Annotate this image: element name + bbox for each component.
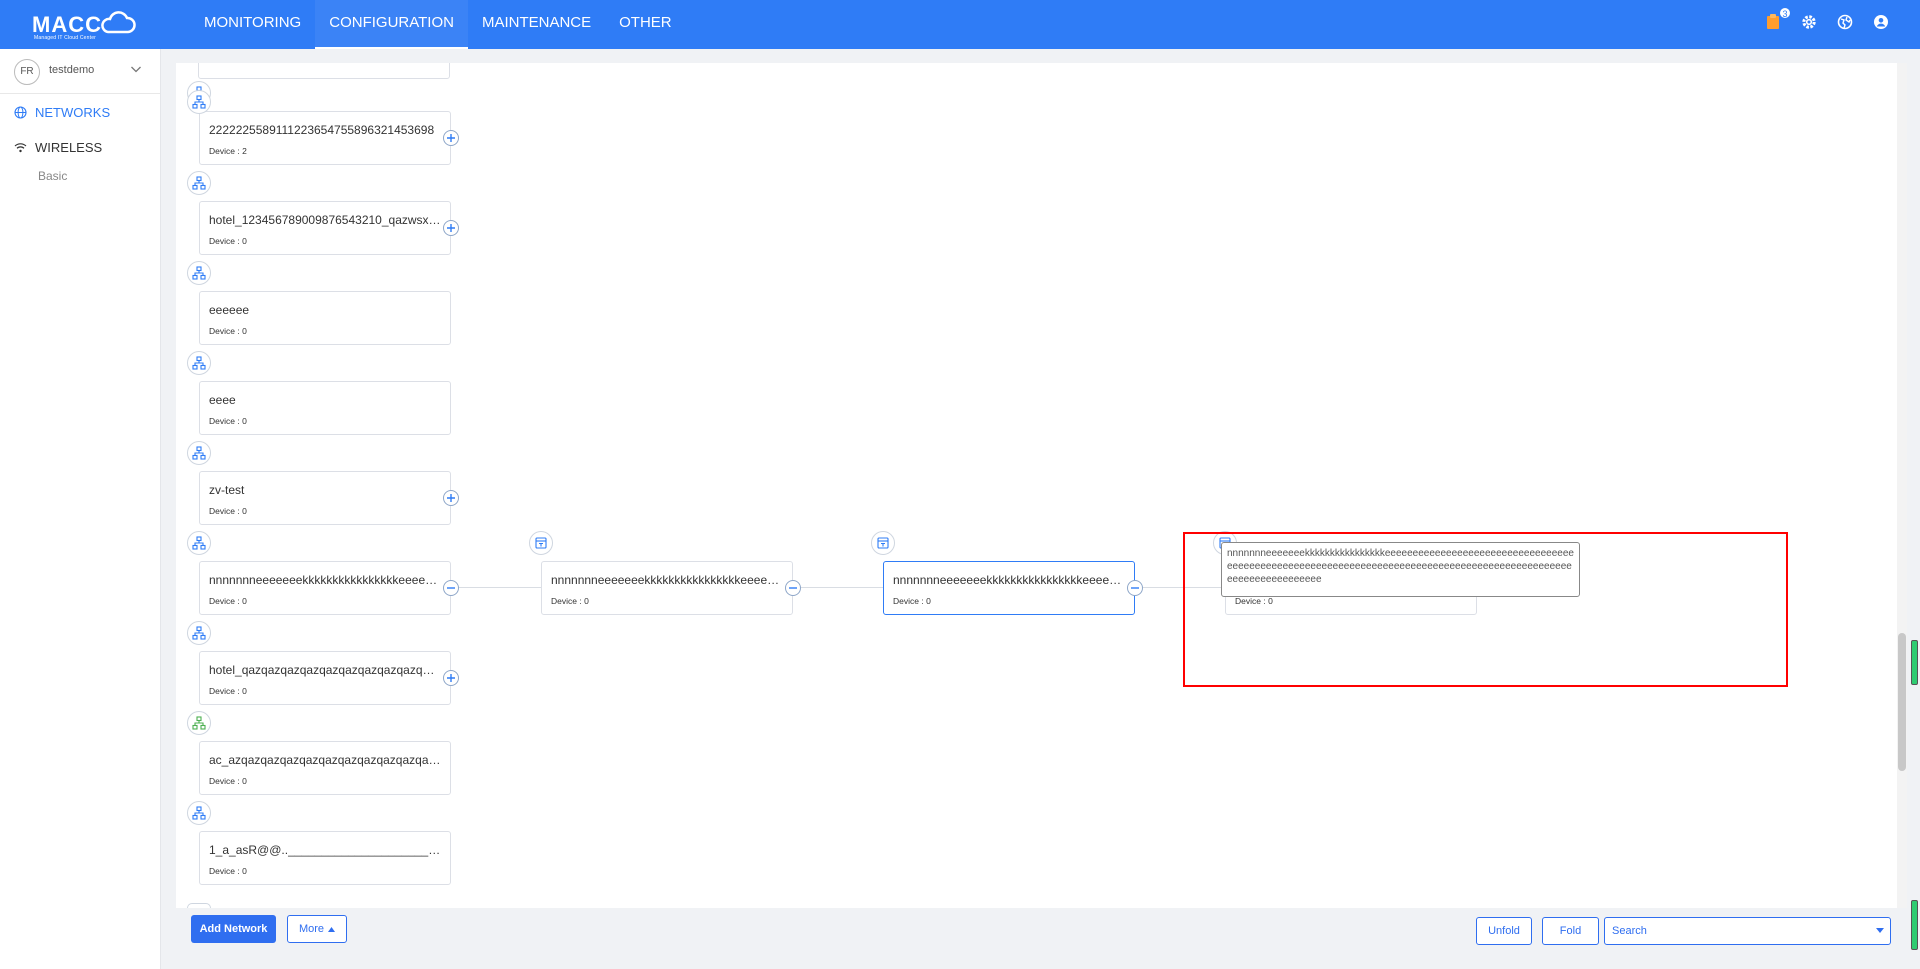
network-icon <box>187 801 211 825</box>
notification-icon[interactable]: 3 <box>1764 7 1791 31</box>
network-icon <box>187 621 211 645</box>
network-card[interactable]: eeee Device : 0 <box>199 381 451 435</box>
network-name: nnnnnnneeeeeeekkkkkkkkkkkkkkkkeeeeeeeeee… <box>893 573 1125 587</box>
more-label: More <box>298 923 325 935</box>
network-card[interactable]: zv-test Device : 0 <box>199 471 451 525</box>
chevron-down-icon[interactable] <box>130 63 142 75</box>
scrollbar-thumb[interactable] <box>1898 633 1906 771</box>
fold-button[interactable]: Fold <box>1542 917 1599 945</box>
device-count: Device : 0 <box>209 686 247 696</box>
device-count: Device : 0 <box>209 326 247 336</box>
network-card[interactable]: 2222225589111223654755896321453698 Device… <box>199 111 451 165</box>
nav-other[interactable]: OTHER <box>605 0 686 49</box>
expand-plus-icon[interactable] <box>443 670 459 686</box>
scroll-indicator <box>1911 900 1918 950</box>
network-card[interactable]: hotel_qazqazqazqazqazqazqazqazqazqazqazq… <box>199 651 451 705</box>
gear-icon[interactable] <box>1800 13 1818 31</box>
network-name: 1_a_asR@@.._____________________AAAA2___… <box>209 843 441 857</box>
wifi-icon <box>14 143 27 153</box>
device-count: Device : 0 <box>209 506 247 516</box>
name-tooltip: nnnnnnneeeeeeekkkkkkkkkkkkkkkkeeeeeeeeee… <box>1221 542 1580 597</box>
expand-plus-icon[interactable] <box>443 130 459 146</box>
logo-subtitle: Managed IT Cloud Center <box>34 35 97 41</box>
notification-badge: 3 <box>1779 7 1791 19</box>
user-account-icon[interactable] <box>1872 13 1890 31</box>
network-icon <box>187 903 211 908</box>
sidebar-item-basic[interactable]: Basic <box>38 169 67 183</box>
add-network-button[interactable]: Add Network <box>191 915 276 943</box>
cloud-icon <box>101 11 136 34</box>
network-name: nnnnnnneeeeeeekkkkkkkkkkkkkkkkeeeeeeeeee… <box>209 573 441 587</box>
network-icon <box>187 171 211 195</box>
network-icon <box>187 441 211 465</box>
device-count: Device : 0 <box>551 596 589 606</box>
macc-logo[interactable]: MACC Managed IT Cloud Center <box>30 8 140 41</box>
site-icon <box>871 531 895 555</box>
globe-icon[interactable] <box>1836 13 1854 31</box>
sidebar-item-networks[interactable]: NETWORKS <box>14 105 110 120</box>
network-card[interactable] <box>198 63 450 79</box>
search-input[interactable] <box>1605 918 1865 944</box>
collapse-minus-icon[interactable] <box>785 580 801 596</box>
network-name: zv-test <box>209 483 245 497</box>
network-card[interactable]: hotel_123456789009876543210_qazwsxedcrfv… <box>199 201 451 255</box>
user-selector[interactable]: FR testdemo <box>0 49 160 94</box>
scroll-indicator <box>1911 640 1918 685</box>
network-card[interactable]: nnnnnnneeeeeeekkkkkkkkkkkkkkkkeeeeeeeeee… <box>199 561 451 615</box>
nav-configuration[interactable]: CONFIGURATION <box>315 0 468 49</box>
nav-monitoring[interactable]: MONITORING <box>190 0 315 49</box>
network-icon <box>187 261 211 285</box>
sidebar-item-label: NETWORKS <box>35 105 111 120</box>
network-name: eeeeee <box>209 303 250 317</box>
device-count: Device : 0 <box>209 866 247 876</box>
network-icon <box>187 351 211 375</box>
network-card[interactable]: eeeeee Device : 0 <box>199 291 451 345</box>
network-card[interactable]: 1_a_asR@@.._____________________AAAA2___… <box>199 831 451 885</box>
globe-icon <box>14 106 27 119</box>
caret-up-icon <box>328 926 336 932</box>
unfold-button[interactable]: Unfold <box>1476 917 1532 945</box>
device-count: Device : 0 <box>209 416 247 426</box>
expand-plus-icon[interactable] <box>443 220 459 236</box>
site-icon <box>529 531 553 555</box>
device-count: Device : 0 <box>209 596 247 606</box>
expand-plus-icon[interactable] <box>443 490 459 506</box>
device-count: Device : 0 <box>209 776 247 786</box>
search-select[interactable] <box>1604 917 1891 945</box>
network-card[interactable]: nnnnnnneeeeeeekkkkkkkkkkkkkkkkeeeeeeeeee… <box>541 561 793 615</box>
network-name: 2222225589111223654755896321453698 <box>209 123 435 137</box>
user-name: testdemo <box>49 64 95 76</box>
avatar: FR <box>14 59 40 85</box>
vertical-scrollbar[interactable] <box>1897 63 1907 908</box>
caret-down-icon[interactable] <box>1876 928 1884 934</box>
collapse-minus-icon[interactable] <box>1127 580 1143 596</box>
device-count: Device : 2 <box>209 146 247 156</box>
network-icon <box>187 90 211 114</box>
collapse-minus-icon[interactable] <box>443 580 459 596</box>
network-name: hotel_123456789009876543210_qazwsxedcrfv… <box>209 213 441 227</box>
device-count: Device : 0 <box>893 596 931 606</box>
sidebar-item-label: WIRELESS <box>35 140 103 155</box>
header-icons: 3 <box>1764 7 1890 31</box>
main-nav: MONITORING CONFIGURATION MAINTENANCE OTH… <box>190 0 686 49</box>
network-name: ac_azqazqazqazqazqazqazqazqazqazqazqaz_q… <box>209 753 441 767</box>
network-card[interactable]: nnnnnnneeeeeeekkkkkkkkkkkkkkkkeeeeeeeeee… <box>883 561 1135 615</box>
network-icon <box>187 711 211 735</box>
top-navigation-bar: MACC Managed IT Cloud Center MONITORING … <box>0 0 1920 49</box>
nav-maintenance[interactable]: MAINTENANCE <box>468 0 605 49</box>
sidebar-item-wireless[interactable]: WIRELESS <box>14 140 102 155</box>
network-name: hotel_qazqazqazqazqazqazqazqazqazqazqazq… <box>209 663 441 677</box>
network-card[interactable]: ac_azqazqazqazqazqazqazqazqazqazqazqaz_q… <box>199 741 451 795</box>
device-count: Device : 0 <box>209 236 247 246</box>
network-icon <box>187 531 211 555</box>
network-name: eeee <box>209 393 236 407</box>
sidebar: FR testdemo NETWORKS WIRELESS Basic <box>0 49 161 969</box>
network-name: nnnnnnneeeeeeekkkkkkkkkkkkkkkkeeeeeeeeee… <box>551 573 783 587</box>
more-button[interactable]: More <box>287 915 347 943</box>
